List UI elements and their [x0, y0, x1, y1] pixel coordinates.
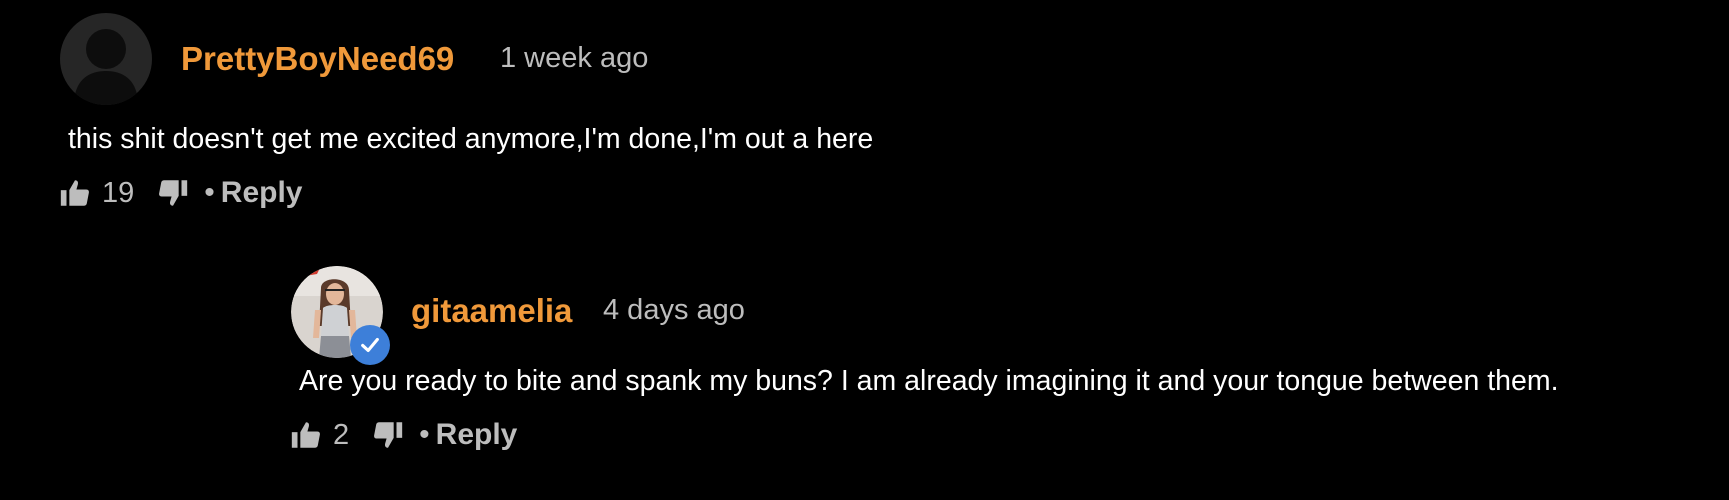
reply-button[interactable]: Reply — [221, 176, 303, 210]
comment-username[interactable]: PrettyBoyNeed69 — [181, 40, 454, 78]
thumbs-up-icon[interactable] — [58, 176, 92, 210]
comment-text: Are you ready to bite and spank my buns?… — [299, 365, 1559, 397]
comment-actions: 19 • Reply — [58, 173, 302, 213]
comment-item: PrettyBoyNeed69 1 week ago this shit doe… — [0, 0, 1729, 220]
check-icon — [361, 337, 379, 353]
reply-button[interactable]: Reply — [436, 418, 518, 452]
like-count: 2 — [333, 418, 350, 451]
separator-dot: • — [419, 418, 430, 451]
thumbs-up-icon[interactable] — [289, 418, 323, 452]
avatar[interactable] — [291, 266, 390, 365]
like-count: 19 — [102, 176, 135, 209]
avatar[interactable] — [60, 13, 152, 105]
comment-username[interactable]: gitaamelia — [411, 292, 572, 330]
default-user-icon — [74, 29, 138, 105]
comment-timestamp: 4 days ago — [603, 294, 745, 326]
comment-timestamp: 1 week ago — [500, 42, 649, 74]
thumbs-down-icon[interactable] — [156, 176, 190, 210]
verified-badge — [350, 325, 390, 365]
separator-dot: • — [204, 176, 215, 209]
thumbs-down-icon[interactable] — [371, 418, 405, 452]
comment-actions: 2 • Reply — [289, 415, 517, 455]
reply-comment-item: gitaamelia 4 days ago Are you ready to b… — [0, 240, 1729, 480]
comment-text: this shit doesn't get me excited anymore… — [68, 123, 874, 155]
